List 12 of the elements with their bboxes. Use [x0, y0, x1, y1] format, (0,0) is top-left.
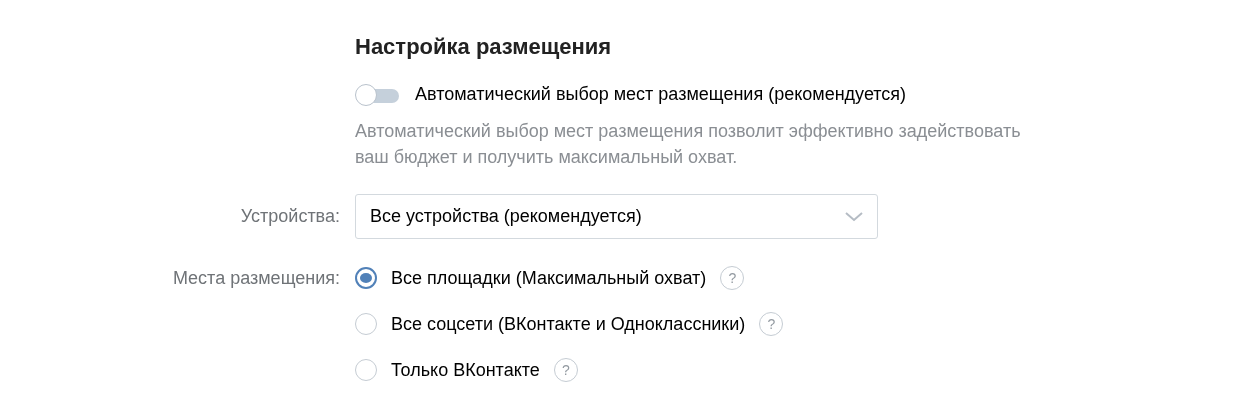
- toggle-label: Автоматический выбор мест размещения (рекомендуется): [415, 83, 907, 106]
- radio-button[interactable]: [355, 267, 377, 289]
- field-label: Устройства:: [239, 205, 341, 228]
- devices-dropdown[interactable]: Все устройства (рекомендуется): [355, 194, 878, 239]
- field-label: Места размещения:: [171, 266, 341, 290]
- radio-label[interactable]: Все соцсети (ВКонтакте и Одноклассники): [391, 310, 746, 338]
- radio-label[interactable]: Только ВКонтакте: [391, 356, 540, 384]
- radio-label[interactable]: Все площадки (Максимальный охват): [391, 264, 707, 292]
- chevron-icon: [845, 211, 863, 222]
- description-text: Автоматический выбор мест размещения позволит эффективно задействовать ваш бюджет и получить максимальный охват.: [355, 120, 1022, 169]
- toggle-switch[interactable]: [355, 83, 399, 106]
- section-title: Настройка размещения: [355, 33, 613, 61]
